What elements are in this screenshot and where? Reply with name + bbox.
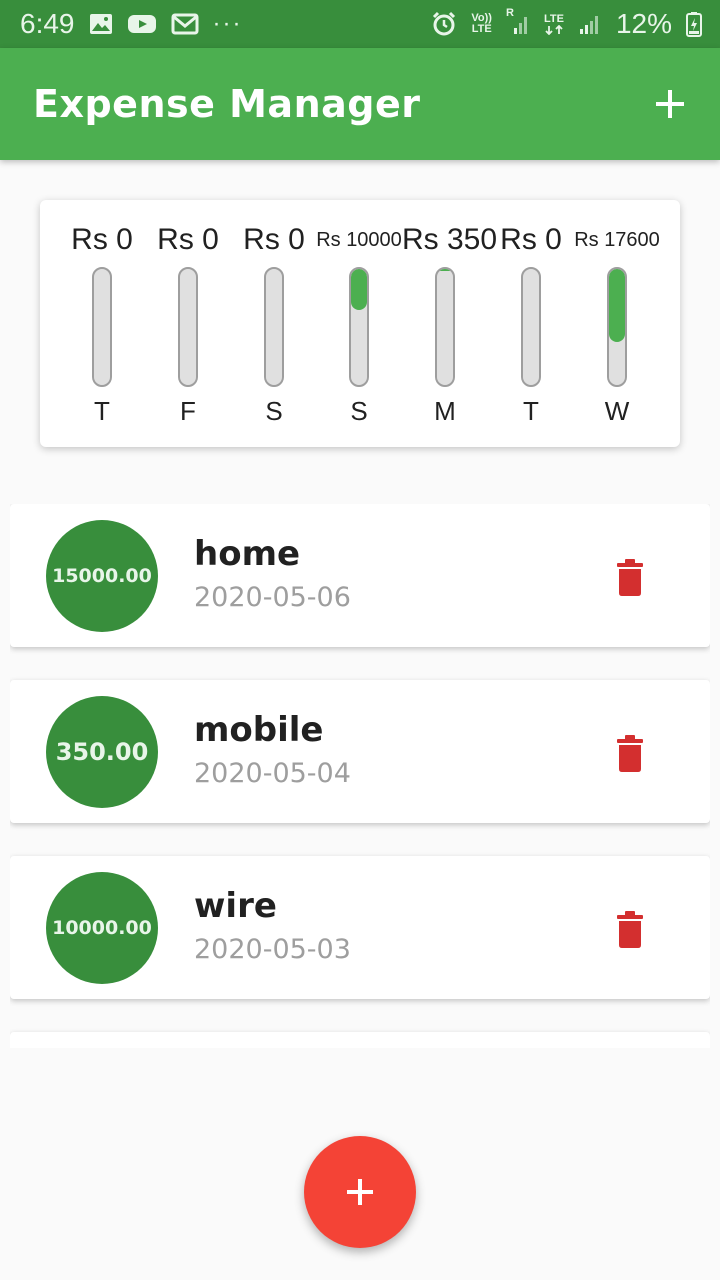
gallery-icon: [89, 13, 113, 35]
expense-title: mobile: [194, 710, 324, 750]
expense-title: wire: [194, 886, 277, 926]
expense-date: 2020-05-06: [194, 582, 351, 613]
volte-bottom-label: LTE: [471, 23, 492, 35]
expense-amount: 10000.00: [52, 917, 152, 939]
bar-track: [349, 267, 369, 387]
lte-label: LTE: [543, 12, 564, 25]
app-title: Expense Manager: [33, 82, 421, 126]
status-left: 6:49 ···: [20, 8, 242, 40]
bar-track: [178, 267, 198, 387]
delete-expense-button[interactable]: [608, 732, 652, 776]
lte-icon: LTE: [543, 12, 564, 35]
chart-bar: Rs 350 M: [402, 200, 498, 447]
bar-amount-label: Rs 0: [71, 223, 133, 256]
bar-amount-label: Rs 17600: [574, 229, 660, 251]
chart-bar: Rs 17600 W: [574, 200, 660, 447]
expense-item[interactable]: 10000.00 wire 2020-05-03: [10, 856, 710, 999]
status-time: 6:49: [20, 8, 75, 39]
alarm-icon: [431, 11, 457, 37]
bar-track: [607, 267, 627, 387]
expense-date: 2020-05-04: [194, 758, 351, 789]
amount-circle: 350.00: [46, 696, 158, 808]
add-expense-button[interactable]: [650, 84, 690, 124]
bar-day-label: M: [434, 396, 456, 426]
bar-fill: [351, 269, 367, 310]
expense-item[interactable]: 350.00 mobile 2020-05-04: [10, 680, 710, 823]
fab-add-expense-button[interactable]: [304, 1136, 416, 1248]
bar-track: [435, 267, 455, 387]
bar-day-label: W: [604, 396, 630, 426]
trash-icon: [617, 559, 643, 596]
expense-list: 15000.00 home 2020-05-06 350.00 mobile 2…: [10, 504, 710, 1048]
bar-amount-label: Rs 0: [157, 223, 219, 256]
bar-fill: [609, 269, 625, 343]
expense-date: 2020-05-03: [194, 934, 351, 965]
battery-charging-icon: [686, 11, 702, 37]
bar-day-label: F: [180, 396, 196, 426]
volte-icon: Vo)) LTE: [471, 13, 492, 35]
bar-track: [92, 267, 112, 387]
signal-roaming-icon: R: [506, 8, 530, 36]
status-bar: 6:49 ··· Vo)) LTE R LTE 12%: [0, 0, 720, 48]
roaming-label: R: [505, 7, 514, 19]
chart-bar: Rs 0 T: [488, 200, 574, 447]
more-notifications-icon: ···: [212, 10, 243, 37]
bar-fill: [437, 269, 453, 271]
expense-amount: 15000.00: [52, 565, 152, 587]
status-right: Vo)) LTE R LTE 12%: [431, 8, 702, 40]
plus-icon: [347, 1179, 373, 1205]
trash-icon: [617, 735, 643, 772]
chart-bar: Rs 0 S: [231, 200, 317, 447]
chart-bar: Rs 0 T: [59, 200, 145, 447]
expense-item-partial[interactable]: [10, 1032, 710, 1048]
battery-percent: 12%: [615, 8, 672, 39]
bar-track: [521, 267, 541, 387]
bar-day-label: S: [350, 396, 368, 426]
expense-title: home: [194, 534, 301, 574]
delete-expense-button[interactable]: [608, 556, 652, 600]
signal-icon: [578, 12, 602, 36]
youtube-icon: [127, 13, 157, 35]
chart-bar: Rs 10000 S: [316, 200, 402, 447]
weekly-chart-card: Rs 0 T Rs 0 F Rs 0 S Rs 10000 S Rs 350 M…: [40, 200, 680, 447]
bar-amount-label: Rs 350: [402, 223, 498, 256]
bar-amount-label: Rs 10000: [316, 229, 402, 251]
trash-icon: [617, 911, 643, 948]
app-bar: Expense Manager: [0, 48, 720, 160]
bar-amount-label: Rs 0: [243, 223, 305, 256]
bar-track: [264, 267, 284, 387]
amount-circle: 10000.00: [46, 872, 158, 984]
amount-circle: 15000.00: [46, 520, 158, 632]
bar-day-label: T: [94, 396, 110, 426]
gmail-icon: [171, 13, 199, 35]
bar-day-label: S: [265, 396, 283, 426]
bar-amount-label: Rs 0: [500, 223, 562, 256]
expense-amount: 350.00: [55, 738, 149, 766]
plus-icon: [656, 90, 684, 118]
chart-bar: Rs 0 F: [145, 200, 231, 447]
delete-expense-button[interactable]: [608, 908, 652, 952]
expense-item[interactable]: 15000.00 home 2020-05-06: [10, 504, 710, 647]
bar-day-label: T: [523, 396, 539, 426]
